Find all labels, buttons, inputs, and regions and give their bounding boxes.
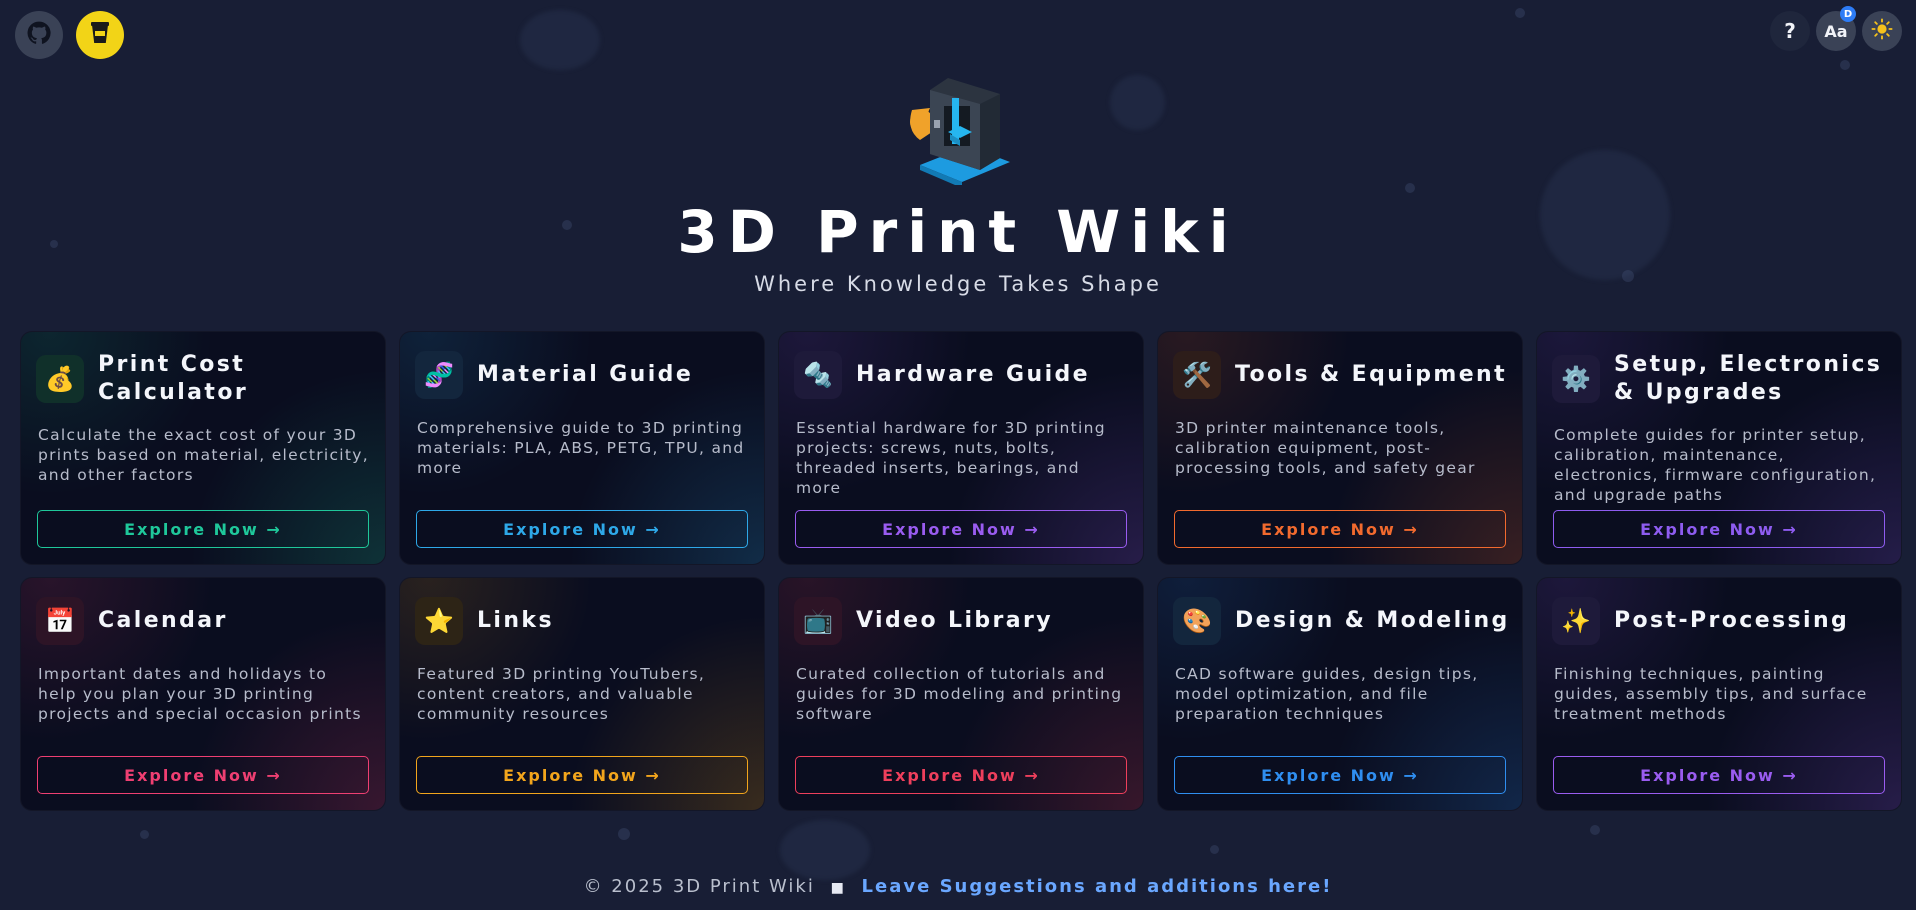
footer-separator: ■ xyxy=(830,880,846,896)
background-dot xyxy=(618,828,630,840)
feature-card[interactable]: 💰 Print Cost Calculator Calculate the exac… xyxy=(20,331,386,565)
github-button[interactable] xyxy=(15,11,63,59)
card-title: Post-Processing xyxy=(1614,608,1850,633)
explore-now-button[interactable]: Explore Now → xyxy=(1174,510,1506,548)
card-icon-box: 🎨 xyxy=(1173,597,1221,645)
card-header: 📺 Video Library xyxy=(794,597,1131,645)
feature-card[interactable]: 🎨 Design & Modeling CAD software guides, d… xyxy=(1157,577,1523,811)
page-title: 3D Print Wiki xyxy=(677,198,1239,266)
dna-icon: 🧬 xyxy=(424,361,454,389)
explore-now-button[interactable]: Explore Now → xyxy=(1553,510,1885,548)
footer: © 2025 3D Print Wiki ■ Leave Suggestions… xyxy=(0,876,1916,897)
feature-card[interactable]: ⚙️ Setup, Electronics & Upgrades Complete … xyxy=(1536,331,1902,565)
card-icon-box: 🧬 xyxy=(415,351,463,399)
card-description: Essential hardware for 3D printing proje… xyxy=(796,419,1106,497)
card-header: ⭐ Links xyxy=(415,597,752,645)
copyright-text: © 2025 3D Print Wiki xyxy=(583,876,815,897)
explore-now-button[interactable]: Explore Now → xyxy=(795,756,1127,794)
font-settings-button[interactable]: Aa D xyxy=(1816,6,1856,51)
suggestions-link[interactable]: Leave Suggestions and additions here! xyxy=(862,876,1333,897)
card-header: 🔩 Hardware Guide xyxy=(794,351,1131,399)
buy-me-coffee-button[interactable] xyxy=(76,11,124,59)
card-header: 💰 Print Cost Calculator xyxy=(36,351,373,407)
explore-now-button[interactable]: Explore Now → xyxy=(37,510,369,548)
card-icon-box: 🔩 xyxy=(794,351,842,399)
card-description: Complete guides for printer setup, calib… xyxy=(1554,426,1877,504)
3d-printer-logo xyxy=(900,70,1020,188)
card-header: 📅 Calendar xyxy=(36,597,373,645)
card-description: Finishing techniques, painting guides, a… xyxy=(1554,665,1868,723)
calendar-icon: 📅 xyxy=(45,607,75,635)
background-dot xyxy=(1210,845,1219,854)
card-title: Setup, Electronics & Upgrades xyxy=(1614,352,1883,405)
background-blob xyxy=(1110,75,1165,130)
sun-icon xyxy=(1871,18,1893,44)
card-icon-box: 📅 xyxy=(36,597,84,645)
card-icon-box: ✨ xyxy=(1552,597,1600,645)
background-blob xyxy=(520,10,600,70)
background-dot xyxy=(1590,825,1600,835)
card-icon-box: 💰 xyxy=(36,355,84,403)
background-dot xyxy=(1405,183,1415,193)
card-description: Important dates and holidays to help you… xyxy=(38,665,362,723)
explore-now-button[interactable]: Explore Now → xyxy=(416,510,748,548)
feature-card[interactable]: 📺 Video Library Curated collection of tuto… xyxy=(778,577,1144,811)
feature-card[interactable]: ⭐ Links Featured 3D printing YouTubers, co… xyxy=(399,577,765,811)
explore-now-button[interactable]: Explore Now → xyxy=(1553,756,1885,794)
explore-now-button[interactable]: Explore Now → xyxy=(1174,756,1506,794)
feature-card[interactable]: 🧬 Material Guide Comprehensive guide to 3D… xyxy=(399,331,765,565)
card-header: 🎨 Design & Modeling xyxy=(1173,597,1510,645)
feature-card[interactable]: 🔩 Hardware Guide Essential hardware for 3D… xyxy=(778,331,1144,565)
screw-icon: 🔩 xyxy=(803,361,833,389)
card-icon-box: ⭐ xyxy=(415,597,463,645)
card-description: CAD software guides, design tips, model … xyxy=(1175,665,1479,723)
theme-toggle-button[interactable] xyxy=(1862,11,1902,51)
explore-now-button[interactable]: Explore Now → xyxy=(37,756,369,794)
background-dot xyxy=(1515,8,1525,18)
card-header: ✨ Post-Processing xyxy=(1552,597,1889,645)
explore-now-button[interactable]: Explore Now → xyxy=(416,756,748,794)
github-icon xyxy=(26,20,52,50)
card-description: Calculate the exact cost of your 3D prin… xyxy=(38,426,369,484)
card-icon-box: 🛠️ xyxy=(1173,351,1221,399)
explore-now-button[interactable]: Explore Now → xyxy=(795,510,1127,548)
gear-icon: ⚙️ xyxy=(1561,365,1591,393)
feature-card[interactable]: 📅 Calendar Important dates and holidays to… xyxy=(20,577,386,811)
card-title: Material Guide xyxy=(477,362,694,387)
card-description: 3D printer maintenance tools, calibratio… xyxy=(1175,419,1476,477)
card-title: Hardware Guide xyxy=(856,362,1090,387)
palette-icon: 🎨 xyxy=(1182,607,1212,635)
card-title: Links xyxy=(477,608,554,633)
money-bag-icon: 💰 xyxy=(45,365,75,393)
background-blob xyxy=(780,820,870,880)
card-description: Comprehensive guide to 3D printing mater… xyxy=(417,419,745,477)
card-header: 🧬 Material Guide xyxy=(415,351,752,399)
card-title: Print Cost Calculator xyxy=(98,352,249,405)
card-description: Featured 3D printing YouTubers, content … xyxy=(417,665,706,723)
feature-grid: 💰 Print Cost Calculator Calculate the exac… xyxy=(20,331,1902,811)
card-header: ⚙️ Setup, Electronics & Upgrades xyxy=(1552,351,1889,407)
feature-card[interactable]: ✨ Post-Processing Finishing techniques, pa… xyxy=(1536,577,1902,811)
background-dot xyxy=(140,830,149,839)
tv-icon: 📺 xyxy=(803,607,833,635)
card-icon-box: ⚙️ xyxy=(1552,355,1600,403)
coffee-cup-icon xyxy=(89,20,111,50)
hammer-wrench-icon: 🛠️ xyxy=(1182,361,1212,389)
feature-card[interactable]: 🛠️ Tools & Equipment 3D printer maintenanc… xyxy=(1157,331,1523,565)
help-label: ? xyxy=(1784,19,1796,43)
card-title: Design & Modeling xyxy=(1235,608,1510,633)
background-dot xyxy=(1840,60,1850,70)
font-label: Aa xyxy=(1824,21,1848,41)
sparkles-icon: ✨ xyxy=(1561,607,1591,635)
card-description: Curated collection of tutorials and guid… xyxy=(796,665,1123,723)
card-title: Tools & Equipment xyxy=(1235,362,1508,387)
card-title: Calendar xyxy=(98,608,228,633)
help-button[interactable]: ? xyxy=(1770,11,1810,51)
card-icon-box: 📺 xyxy=(794,597,842,645)
page-subtitle: Where Knowledge Takes Shape xyxy=(754,272,1162,296)
star-icon: ⭐ xyxy=(424,607,454,635)
card-header: 🛠️ Tools & Equipment xyxy=(1173,351,1510,399)
card-title: Video Library xyxy=(856,608,1054,633)
font-badge: D xyxy=(1840,6,1856,22)
